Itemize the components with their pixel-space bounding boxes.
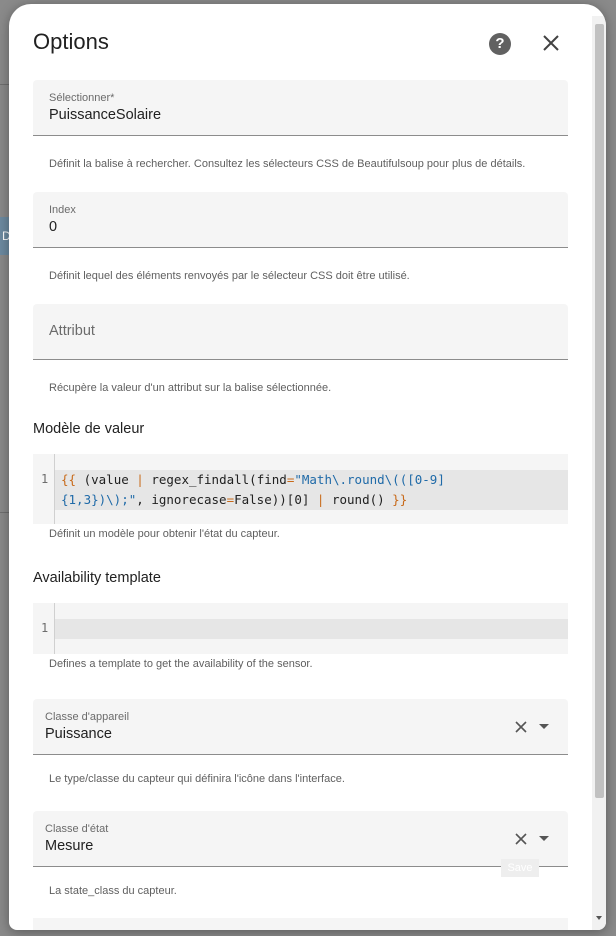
state-class-select[interactable]: Classe d'état Mesure xyxy=(33,811,568,867)
state-class-helper: La state_class du capteur. xyxy=(49,885,177,897)
clear-icon[interactable] xyxy=(513,831,529,847)
dialog-header: Options ? xyxy=(9,4,592,80)
device-class-label: Classe d'appareil xyxy=(45,711,130,723)
selector-helper: Définit la balise à rechercher. Consulte… xyxy=(49,158,526,170)
save-button[interactable]: Save xyxy=(501,859,539,877)
dialog-content: Sélectionner* PuissanceSolaire Définit l… xyxy=(9,80,592,930)
dropdown-arrow-icon[interactable] xyxy=(537,833,551,845)
attribute-helper: Récupère la valeur d'un attribut sur la … xyxy=(49,382,332,394)
availability-template-title: Availability template xyxy=(33,570,161,586)
options-dialog: Options ? Sélectionner* PuissanceSolaire… xyxy=(9,4,606,930)
help-icon[interactable]: ? xyxy=(489,33,511,55)
availability-template-editor[interactable]: 1 xyxy=(33,603,568,654)
selector-value[interactable]: PuissanceSolaire xyxy=(49,107,161,123)
selector-label: Sélectionner* xyxy=(49,92,115,104)
dialog-title: Options xyxy=(33,29,109,54)
device-class-helper: Le type/classe du capteur qui définira l… xyxy=(49,773,345,785)
index-value[interactable]: 0 xyxy=(49,219,57,235)
selector-field[interactable]: Sélectionner* PuissanceSolaire xyxy=(33,80,568,136)
value-template-helper: Définit un modèle pour obtenir l'état du… xyxy=(49,528,280,540)
index-label: Index xyxy=(49,204,76,216)
attribute-field[interactable]: Attribut xyxy=(33,304,568,360)
index-helper: Définit lequel des éléments renvoyés par… xyxy=(49,270,410,282)
scroll-down-icon[interactable] xyxy=(595,914,603,922)
availability-template-helper: Defines a template to get the availabili… xyxy=(49,658,313,670)
state-class-value[interactable]: Mesure xyxy=(45,838,93,854)
line-number: 1 xyxy=(41,472,49,486)
index-field[interactable]: Index 0 xyxy=(33,192,568,248)
clear-icon[interactable] xyxy=(513,719,529,735)
scrollbar-thumb[interactable] xyxy=(595,24,604,798)
device-class-select[interactable]: Classe d'appareil Puissance xyxy=(33,699,568,755)
next-field-partial[interactable] xyxy=(33,918,568,930)
attribute-placeholder: Attribut xyxy=(49,323,95,339)
code-line[interactable]: {1,3})\);", ignorecase=False))[0] | roun… xyxy=(61,490,407,510)
active-line xyxy=(55,619,568,639)
close-icon[interactable] xyxy=(539,31,563,55)
device-class-value[interactable]: Puissance xyxy=(45,726,112,742)
code-line[interactable]: {{ (value | regex_findall(find="Math\.ro… xyxy=(61,470,445,490)
code-gutter xyxy=(33,454,55,524)
dropdown-arrow-icon[interactable] xyxy=(537,721,551,733)
line-number: 1 xyxy=(41,621,49,635)
state-class-label: Classe d'état xyxy=(45,823,109,835)
value-template-title: Modèle de valeur xyxy=(33,421,145,437)
value-template-editor[interactable]: 1 {{ (value | regex_findall(find="Math\.… xyxy=(33,454,568,524)
